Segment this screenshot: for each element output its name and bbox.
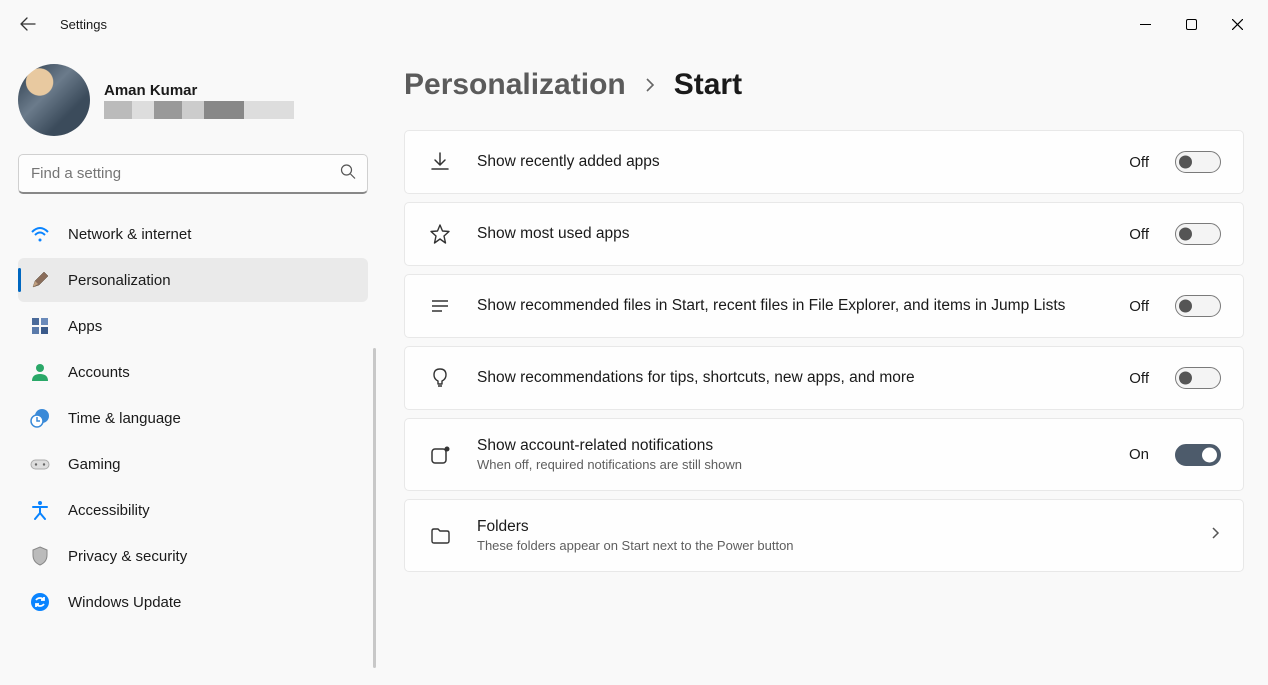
sidebar-item-label: Gaming xyxy=(68,456,121,473)
sidebar: Aman Kumar Network & internet Persona xyxy=(0,48,380,685)
toggle-state-label: Off xyxy=(1129,298,1149,315)
breadcrumb: Personalization Start xyxy=(404,68,1244,102)
shield-icon xyxy=(30,546,50,566)
sidebar-item-network[interactable]: Network & internet xyxy=(18,212,368,256)
toggle-state-label: Off xyxy=(1129,154,1149,171)
search-wrapper xyxy=(18,154,368,194)
sidebar-item-privacy[interactable]: Privacy & security xyxy=(18,534,368,578)
toggle-switch[interactable] xyxy=(1175,295,1221,317)
profile-block[interactable]: Aman Kumar xyxy=(18,64,368,136)
setting-title: Show most used apps xyxy=(477,225,1105,243)
toggle-switch[interactable] xyxy=(1175,151,1221,173)
wifi-icon xyxy=(30,224,50,244)
close-icon xyxy=(1232,19,1243,30)
setting-title: Folders xyxy=(477,518,1185,536)
sidebar-item-windows-update[interactable]: Windows Update xyxy=(18,580,368,624)
minimize-button[interactable] xyxy=(1122,8,1168,40)
toggle-switch[interactable] xyxy=(1175,223,1221,245)
chevron-right-icon xyxy=(644,76,656,99)
nav-list: Network & internet Personalization Apps … xyxy=(18,212,368,624)
sidebar-item-accessibility[interactable]: Accessibility xyxy=(18,488,368,532)
minimize-icon xyxy=(1140,19,1151,30)
search-input[interactable] xyxy=(18,154,368,194)
person-icon xyxy=(30,362,50,382)
gamepad-icon xyxy=(30,454,50,474)
toggle-state-label: Off xyxy=(1129,226,1149,243)
avatar xyxy=(18,64,90,136)
sidebar-item-label: Privacy & security xyxy=(68,548,187,565)
apps-icon xyxy=(30,316,50,336)
sidebar-item-label: Accounts xyxy=(68,364,130,381)
title-bar: Settings xyxy=(0,0,1268,48)
setting-subtitle: When off, required notifications are sti… xyxy=(477,457,1105,472)
setting-title: Show recommendations for tips, shortcuts… xyxy=(477,369,1105,387)
setting-recently-added[interactable]: Show recently added apps Off xyxy=(404,130,1244,194)
brush-icon xyxy=(30,270,50,290)
download-icon xyxy=(427,149,453,175)
maximize-icon xyxy=(1186,19,1197,30)
lightbulb-icon xyxy=(427,365,453,391)
setting-account-notifications[interactable]: Show account-related notifications When … xyxy=(404,418,1244,491)
sidebar-item-accounts[interactable]: Accounts xyxy=(18,350,368,394)
window-controls xyxy=(1122,8,1260,40)
sidebar-item-time-language[interactable]: Time & language xyxy=(18,396,368,440)
clock-globe-icon xyxy=(30,408,50,428)
search-icon xyxy=(340,164,356,185)
accessibility-icon xyxy=(30,500,50,520)
sidebar-item-apps[interactable]: Apps xyxy=(18,304,368,348)
setting-recommended-files[interactable]: Show recommended files in Start, recent … xyxy=(404,274,1244,338)
setting-title: Show recommended files in Start, recent … xyxy=(477,297,1105,315)
sidebar-item-label: Time & language xyxy=(68,410,181,427)
sidebar-item-label: Accessibility xyxy=(68,502,150,519)
notification-square-icon xyxy=(427,442,453,468)
setting-recommendations-tips[interactable]: Show recommendations for tips, shortcuts… xyxy=(404,346,1244,410)
setting-subtitle: These folders appear on Start next to th… xyxy=(477,538,1185,553)
arrow-left-icon xyxy=(20,16,36,32)
list-icon xyxy=(427,293,453,319)
close-button[interactable] xyxy=(1214,8,1260,40)
sidebar-item-label: Apps xyxy=(68,318,102,335)
sidebar-item-personalization[interactable]: Personalization xyxy=(18,258,368,302)
sidebar-item-label: Windows Update xyxy=(68,594,181,611)
sidebar-item-gaming[interactable]: Gaming xyxy=(18,442,368,486)
star-icon xyxy=(427,221,453,247)
setting-title: Show account-related notifications xyxy=(477,437,1105,455)
profile-email-redacted xyxy=(104,101,294,119)
profile-name: Aman Kumar xyxy=(104,82,294,99)
folder-icon xyxy=(427,523,453,549)
toggle-state-label: On xyxy=(1129,446,1149,463)
sidebar-item-label: Personalization xyxy=(68,272,171,289)
chevron-right-icon xyxy=(1209,525,1221,546)
sidebar-item-label: Network & internet xyxy=(68,226,191,243)
toggle-state-label: Off xyxy=(1129,370,1149,387)
setting-most-used[interactable]: Show most used apps Off xyxy=(404,202,1244,266)
maximize-button[interactable] xyxy=(1168,8,1214,40)
main-content: Personalization Start Show recently adde… xyxy=(380,48,1268,685)
sync-icon xyxy=(30,592,50,612)
window-title: Settings xyxy=(60,17,107,32)
breadcrumb-parent[interactable]: Personalization xyxy=(404,68,626,102)
toggle-switch[interactable] xyxy=(1175,444,1221,466)
toggle-switch[interactable] xyxy=(1175,367,1221,389)
sidebar-scrollbar[interactable] xyxy=(373,348,376,668)
setting-title: Show recently added apps xyxy=(477,153,1105,171)
back-button[interactable] xyxy=(8,4,48,44)
breadcrumb-current: Start xyxy=(674,68,742,102)
setting-folders[interactable]: Folders These folders appear on Start ne… xyxy=(404,499,1244,572)
